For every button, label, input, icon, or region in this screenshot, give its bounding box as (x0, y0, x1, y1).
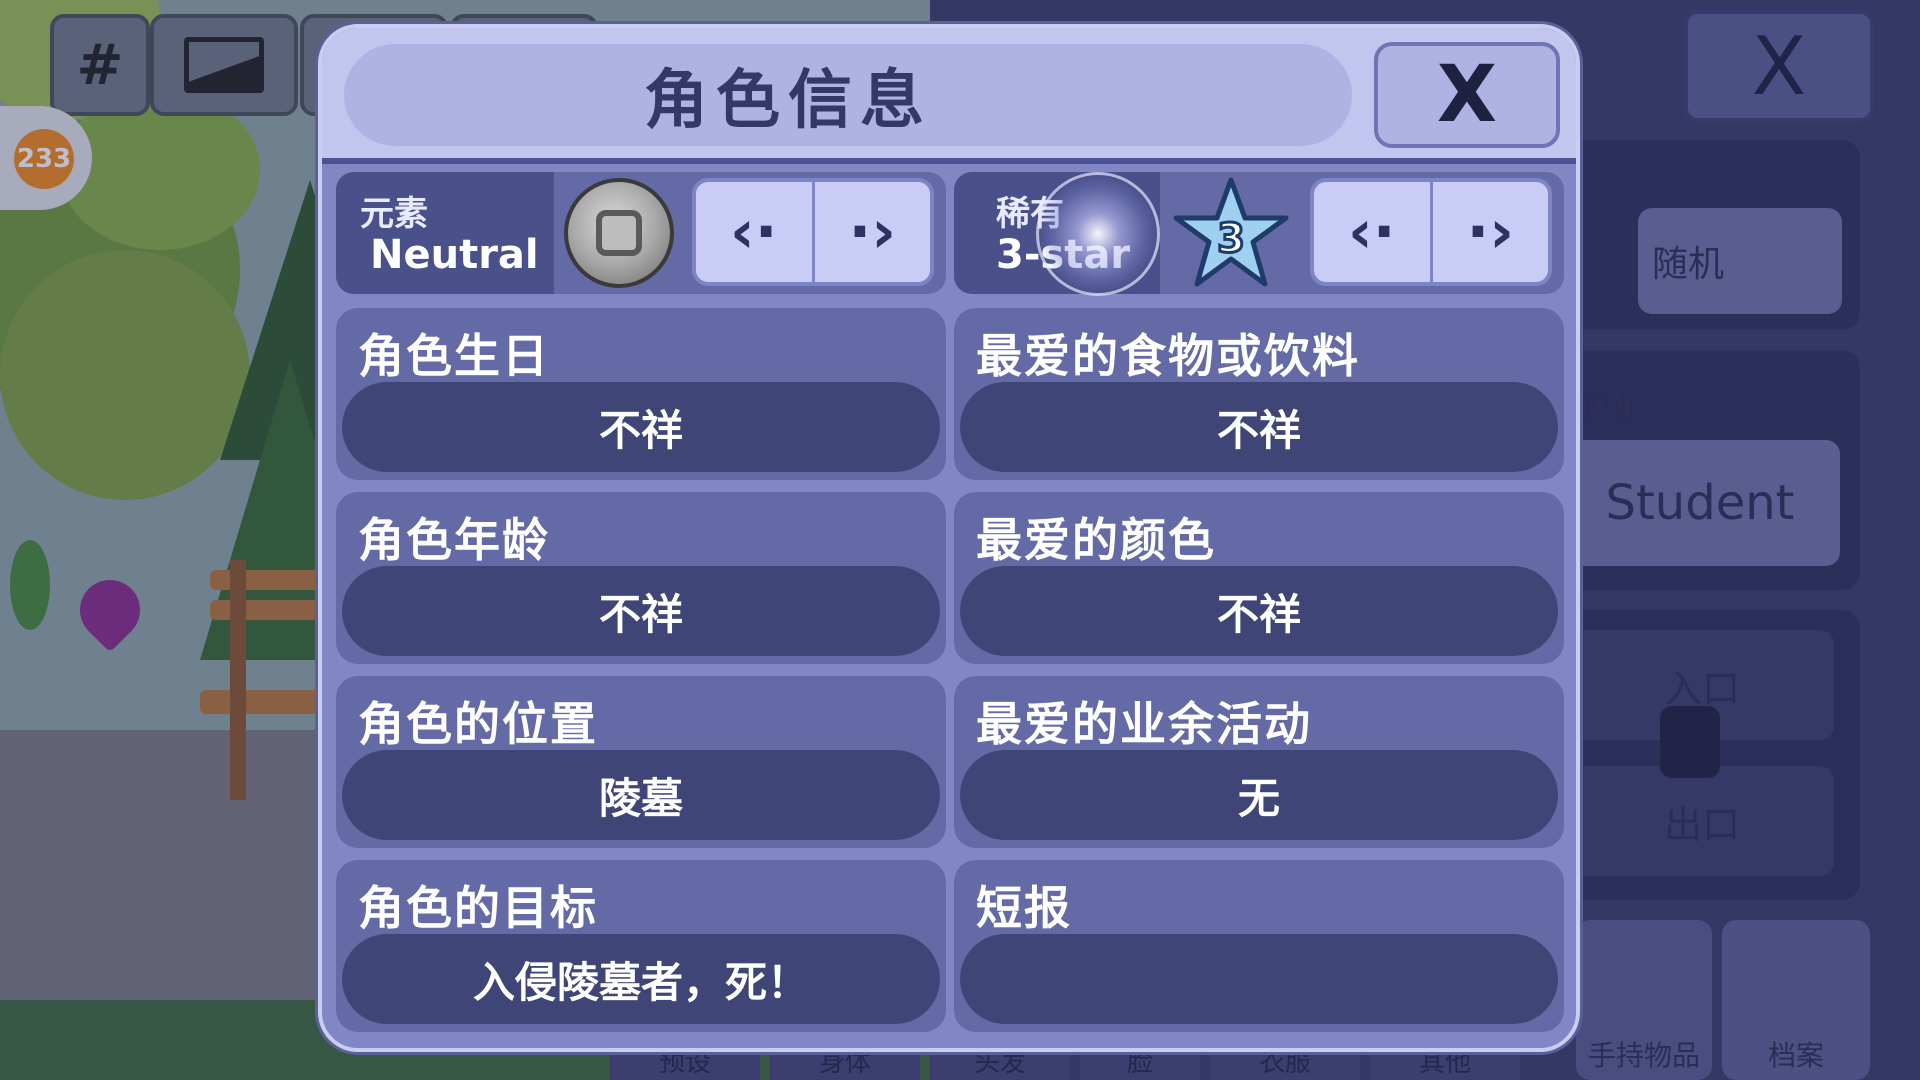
title-bar: 角色信息 (344, 44, 1352, 146)
element-value: Neutral (370, 232, 539, 278)
favorite-food-input[interactable]: 不祥 (960, 382, 1558, 472)
birthday-input[interactable]: 不祥 (342, 382, 940, 472)
star-rating-icon: 3 (1173, 177, 1289, 287)
age-field: 角色年龄 不祥 (336, 492, 946, 664)
close-button[interactable]: X (1374, 42, 1560, 148)
element-arrows: ‹· ·› (692, 178, 934, 286)
age-label: 角色年龄 (358, 513, 550, 567)
element-selector: 元素 Neutral ‹· ·› (336, 172, 946, 294)
rarity-prev-button[interactable]: ‹· (1314, 182, 1430, 282)
neutral-element-icon (564, 178, 674, 288)
character-info-dialog: 角色信息 X 元素 Neutral ‹· ·› 稀有 3-star 3 ‹· ·… (318, 24, 1580, 1052)
element-prev-button[interactable]: ‹· (696, 182, 812, 282)
bio-field: 短报 (954, 860, 1564, 1032)
hobby-field: 最爱的业余活动 无 (954, 676, 1564, 848)
bio-input[interactable] (960, 934, 1558, 1024)
location-label: 角色的位置 (358, 697, 598, 751)
location-input[interactable]: 陵墓 (342, 750, 940, 840)
header-divider (322, 158, 1576, 164)
rarity-arrows: ‹· ·› (1310, 178, 1552, 286)
age-input[interactable]: 不祥 (342, 566, 940, 656)
favorite-color-label: 最爱的颜色 (976, 513, 1216, 567)
element-label: 元素 (360, 194, 428, 234)
location-field: 角色的位置 陵墓 (336, 676, 946, 848)
goal-field: 角色的目标 入侵陵墓者，死！ (336, 860, 946, 1032)
star-count: 3 (1217, 216, 1245, 262)
hobby-label: 最爱的业余活动 (976, 697, 1312, 751)
bio-label: 短报 (976, 881, 1072, 935)
birthday-label: 角色生日 (358, 329, 550, 383)
rarity-next-button[interactable]: ·› (1429, 182, 1549, 282)
sparkle-effect (1036, 172, 1160, 296)
goal-input[interactable]: 入侵陵墓者，死！ (342, 934, 940, 1024)
favorite-food-field: 最爱的食物或饮料 不祥 (954, 308, 1564, 480)
rarity-selector: 稀有 3-star 3 ‹· ·› (954, 172, 1564, 296)
favorite-color-input[interactable]: 不祥 (960, 566, 1558, 656)
element-emblem (596, 210, 642, 256)
hobby-input[interactable]: 无 (960, 750, 1558, 840)
favorite-food-label: 最爱的食物或饮料 (976, 329, 1360, 383)
favorite-color-field: 最爱的颜色 不祥 (954, 492, 1564, 664)
element-next-button[interactable]: ·› (811, 182, 931, 282)
birthday-field: 角色生日 不祥 (336, 308, 946, 480)
element-label-box: 元素 Neutral (336, 172, 554, 294)
dialog-title: 角色信息 (644, 64, 932, 138)
goal-label: 角色的目标 (358, 881, 598, 935)
